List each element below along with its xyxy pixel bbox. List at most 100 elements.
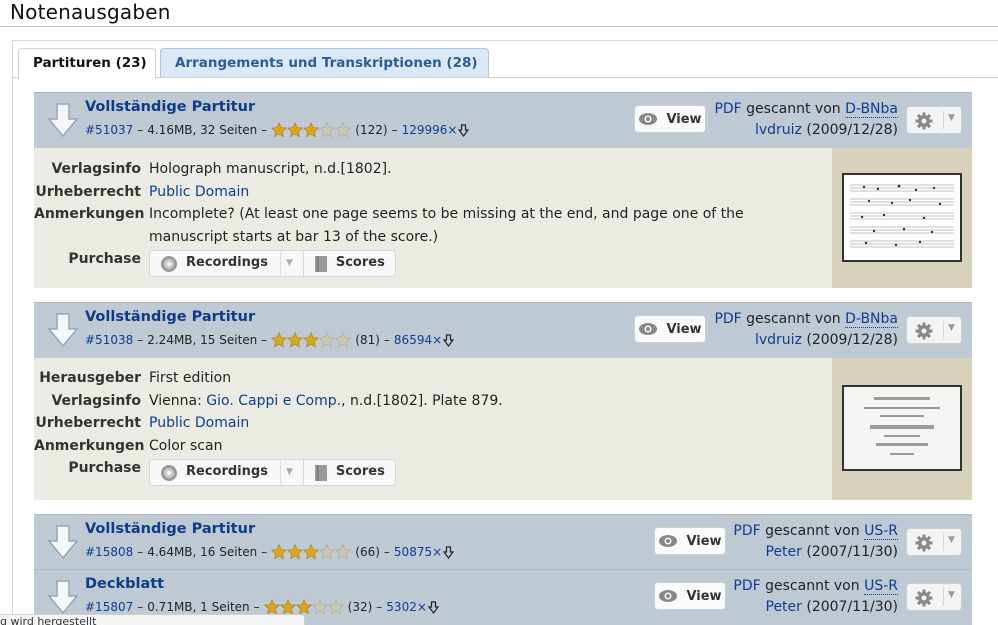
view-button[interactable]: View: [634, 105, 706, 133]
star-empty-icon[interactable]: [327, 599, 344, 615]
download-arrow-icon[interactable]: [48, 580, 78, 614]
file-title-link[interactable]: Vollständige Partitur: [85, 99, 255, 115]
star-empty-icon[interactable]: [319, 544, 336, 560]
file-id-link[interactable]: #15807: [85, 600, 133, 614]
file-options-button[interactable]: ▼: [906, 528, 962, 556]
pdf-link[interactable]: PDF: [714, 101, 741, 117]
eye-icon: [639, 323, 658, 335]
file-options-button[interactable]: ▼: [906, 583, 962, 611]
download-count-link[interactable]: 5302×: [386, 600, 439, 614]
star-empty-icon[interactable]: [335, 544, 352, 560]
rating-stars[interactable]: [271, 122, 352, 138]
scores-button[interactable]: Scores: [304, 460, 395, 485]
star-empty-icon[interactable]: [311, 599, 328, 615]
file-id-link[interactable]: #15808: [85, 545, 133, 559]
tab-arrangements[interactable]: Arrangements und Transkriptionen (28): [160, 48, 489, 78]
star-filled-icon[interactable]: [263, 599, 280, 615]
star-filled-icon[interactable]: [303, 544, 320, 560]
score-thumbnail[interactable]: [842, 385, 962, 471]
detail-list: Verlagsinfo Holograph manuscript, n.d.[18…: [34, 158, 749, 280]
rating-stars[interactable]: [263, 599, 344, 615]
detail-key: Purchase: [68, 251, 141, 267]
recordings-button[interactable]: Recordings ▼: [150, 251, 303, 276]
rating-votes: (66): [355, 545, 380, 559]
disc-icon: [161, 464, 177, 481]
star-filled-icon[interactable]: [303, 332, 320, 348]
file-id-link[interactable]: #51038: [85, 333, 133, 347]
detail-value: First edition: [149, 370, 232, 386]
view-button[interactable]: View: [654, 527, 726, 555]
gear-icon: [915, 589, 933, 607]
rating-votes: (81): [355, 333, 380, 347]
publisher-link[interactable]: Gio. Cappi e Comp.: [206, 393, 341, 409]
chevron-down-icon: ▼: [948, 590, 955, 600]
small-download-icon: [458, 123, 470, 137]
title-divider: [0, 26, 998, 27]
download-count-link[interactable]: 86594×: [394, 333, 455, 347]
detail-key: Purchase: [68, 460, 141, 476]
download-arrow-icon[interactable]: [48, 525, 78, 559]
file-meta: #15807 – 0.71MB, 1 Seiten – (32) – 5302×: [85, 599, 439, 615]
star-empty-icon[interactable]: [319, 122, 336, 138]
file-options-button[interactable]: ▼: [906, 316, 962, 344]
star-filled-icon[interactable]: [287, 332, 304, 348]
pdf-link[interactable]: PDF: [714, 311, 741, 327]
detail-list: Herausgeber First edition Verlagsinfo Vien…: [34, 367, 749, 489]
scores-button[interactable]: Scores: [304, 251, 395, 276]
star-filled-icon[interactable]: [287, 544, 304, 560]
download-arrow-icon[interactable]: [48, 313, 78, 347]
rating-stars[interactable]: [271, 544, 352, 560]
scanner-link[interactable]: D-BNba: [845, 311, 898, 328]
star-filled-icon[interactable]: [279, 599, 296, 615]
public-domain-link[interactable]: Public Domain: [149, 415, 249, 431]
file-size: 4.16MB, 32 Seiten: [147, 123, 258, 137]
pdf-link[interactable]: PDF: [733, 578, 760, 594]
gear-icon: [915, 534, 933, 552]
rating-stars[interactable]: [271, 332, 352, 348]
star-filled-icon[interactable]: [303, 122, 320, 138]
scan-info: PDF gescannt von US-R Peter (2007/11/30): [733, 523, 898, 560]
file-id-link[interactable]: #51037: [85, 123, 133, 137]
file-title-link[interactable]: Deckblatt: [85, 576, 164, 592]
download-count-link[interactable]: 129996×: [402, 123, 470, 137]
uploader-link[interactable]: lvdruiz: [755, 122, 802, 138]
small-download-icon: [443, 545, 455, 559]
scanner-link[interactable]: D-BNba: [845, 101, 898, 118]
view-button[interactable]: View: [654, 582, 726, 610]
uploader-link[interactable]: Peter: [766, 599, 802, 615]
file-title-link[interactable]: Vollständige Partitur: [85, 309, 255, 325]
star-filled-icon[interactable]: [271, 332, 288, 348]
download-count-link[interactable]: 50875×: [394, 545, 455, 559]
purchase-buttons: Recordings ▼ Scores: [149, 459, 396, 486]
recordings-button[interactable]: Recordings ▼: [150, 460, 303, 485]
file-size: 4.64MB, 16 Seiten: [147, 545, 258, 559]
detail-key: Urheberrecht: [35, 415, 141, 431]
pdf-link[interactable]: PDF: [733, 523, 760, 539]
rating-votes: (32): [347, 600, 373, 614]
file-title-link[interactable]: Vollständige Partitur: [85, 521, 255, 537]
file-header-51038: Vollständige Partitur #51038 – 2.24MB, 1…: [34, 302, 972, 358]
detail-key: Herausgeber: [39, 370, 141, 386]
star-filled-icon[interactable]: [295, 599, 312, 615]
file-options-button[interactable]: ▼: [906, 106, 962, 134]
download-arrow-icon[interactable]: [48, 103, 78, 137]
star-filled-icon[interactable]: [271, 544, 288, 560]
view-button[interactable]: View: [634, 315, 706, 343]
star-empty-icon[interactable]: [335, 122, 352, 138]
score-thumbnail[interactable]: [842, 173, 962, 262]
star-filled-icon[interactable]: [271, 122, 288, 138]
file-size: 0.71MB, 1 Seiten: [147, 600, 250, 614]
detail-key: Verlagsinfo: [51, 161, 141, 177]
book-icon: [314, 464, 327, 481]
uploader-link[interactable]: Peter: [766, 544, 802, 560]
scanner-link[interactable]: US-R: [864, 523, 898, 540]
uploader-link[interactable]: lvdruiz: [755, 332, 802, 348]
star-empty-icon[interactable]: [319, 332, 336, 348]
file-meta: #15808 – 4.64MB, 16 Seiten – (66) – 5087…: [85, 544, 455, 560]
scanner-link[interactable]: US-R: [864, 578, 898, 595]
detail-value: Holograph manuscript, n.d.[1802].: [149, 161, 392, 177]
star-filled-icon[interactable]: [287, 122, 304, 138]
public-domain-link[interactable]: Public Domain: [149, 184, 249, 200]
tab-partituren[interactable]: Partituren (23): [18, 48, 156, 79]
star-empty-icon[interactable]: [335, 332, 352, 348]
